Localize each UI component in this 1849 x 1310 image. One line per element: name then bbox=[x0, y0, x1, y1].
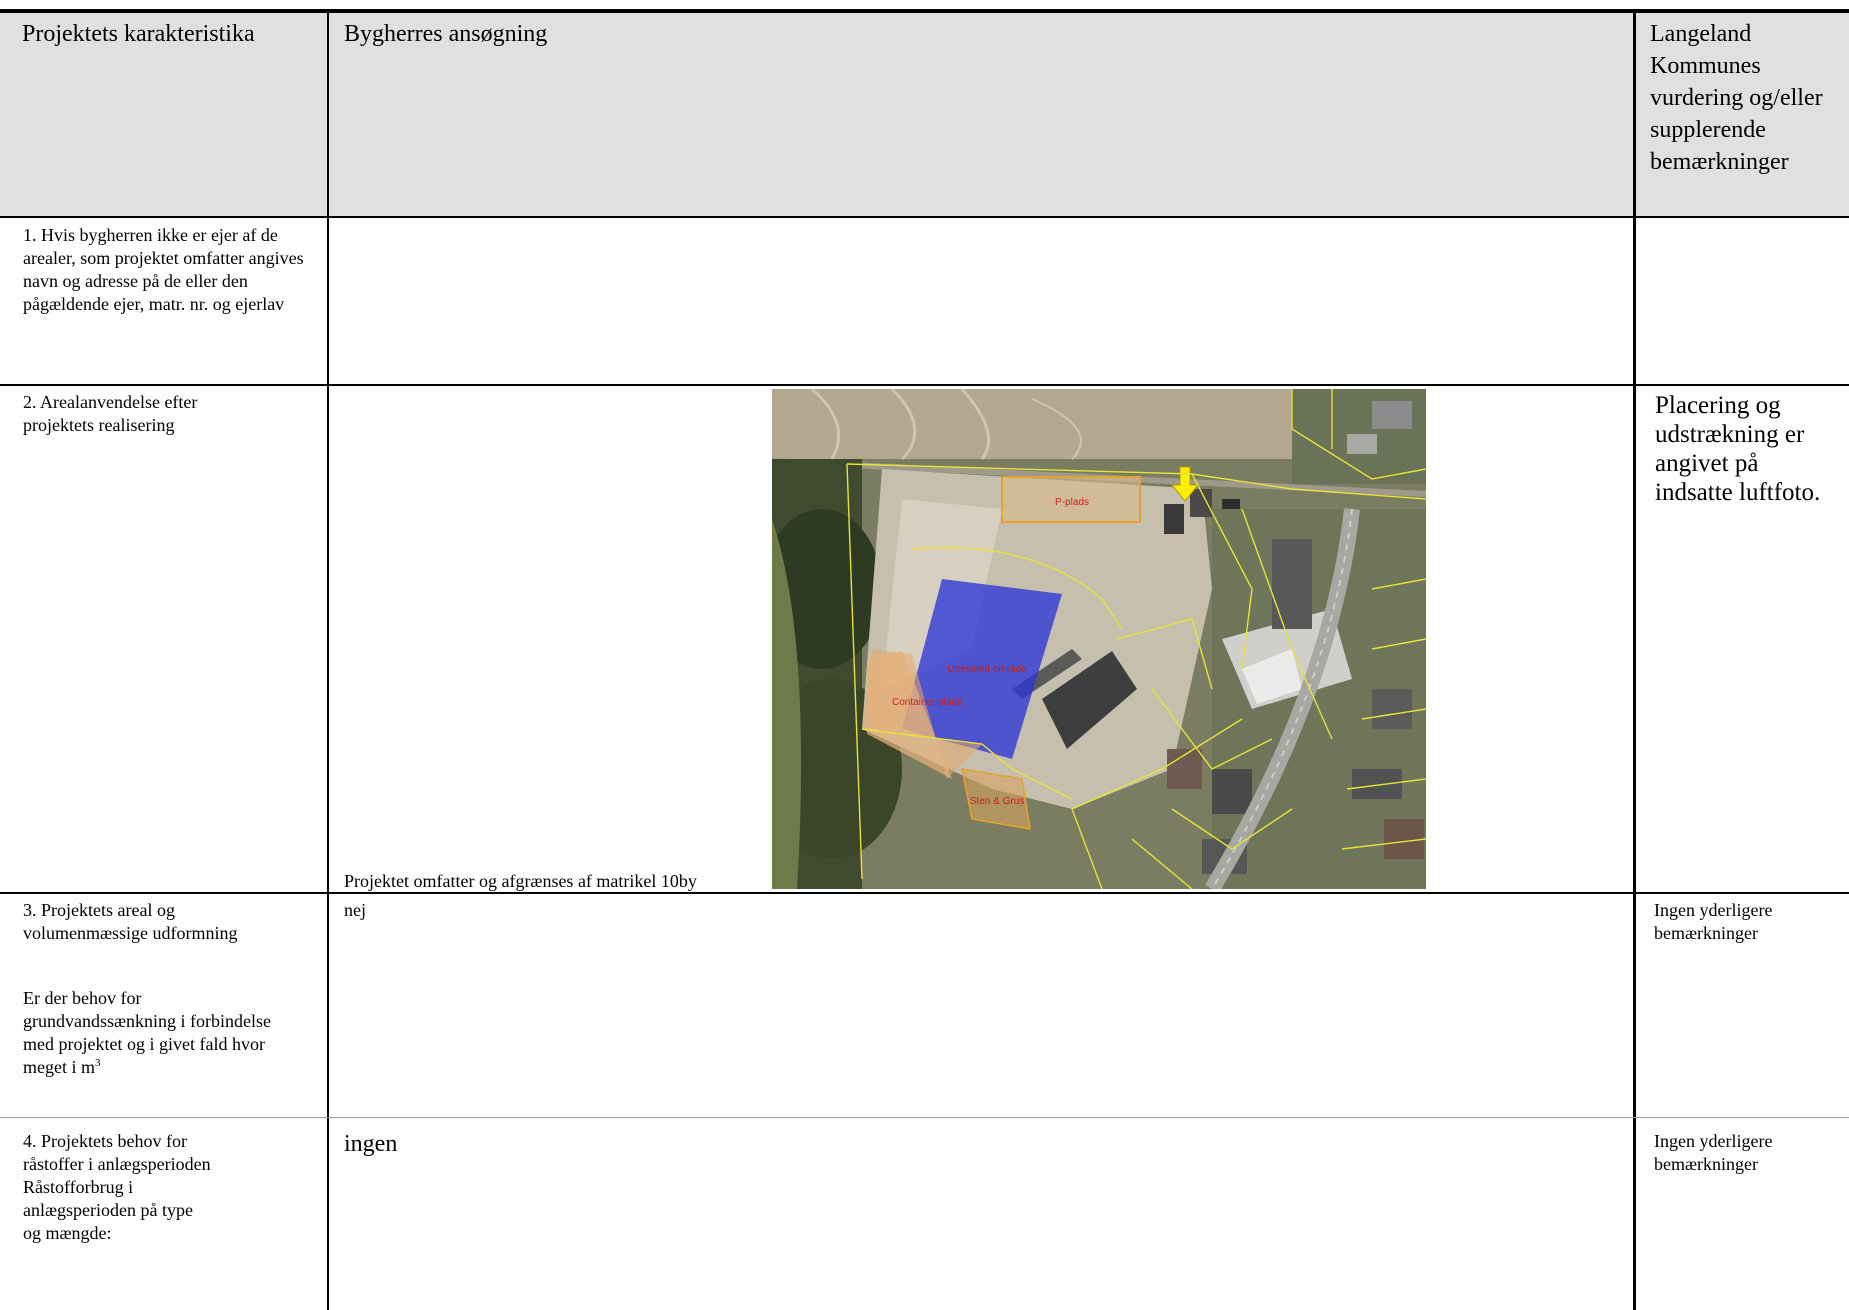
row-divider-3 bbox=[0, 1117, 1849, 1118]
map-label-blue-area: Ubestemt område bbox=[947, 663, 1027, 675]
map-label-sten-grus: Sten & Grus bbox=[970, 796, 1024, 807]
row4-assessment: Ingen yderligere bemærkninger bbox=[1654, 1131, 1773, 1174]
map-label-container: Container plads bbox=[892, 697, 962, 708]
column-divider-2 bbox=[1633, 13, 1636, 1310]
map-label-p-plads: P-plads bbox=[1055, 497, 1089, 508]
row4-label: 4. Projektets behov for råstoffer i anlæ… bbox=[23, 1131, 211, 1243]
row3-label-b-text: Er der behov for grundvandssænkning i fo… bbox=[23, 988, 271, 1077]
assessment-table: Projektets karakteristika Bygherres ansø… bbox=[0, 0, 1849, 1310]
row4-application: ingen bbox=[344, 1131, 398, 1157]
table-top-rule bbox=[0, 9, 1849, 13]
row3-application: nej bbox=[344, 900, 366, 920]
header-characteristics: Projektets karakteristika bbox=[22, 21, 255, 47]
row-divider-2 bbox=[0, 892, 1849, 894]
row-divider-header bbox=[0, 216, 1849, 218]
header-application: Bygherres ansøgning bbox=[344, 21, 548, 47]
row3-label-b: Er der behov for grundvandssænkning i fo… bbox=[23, 987, 293, 1079]
row1-label: 1. Hvis bygherren ikke er ejer af de are… bbox=[23, 225, 304, 314]
row3-assessment: Ingen yderligere bemærkninger bbox=[1654, 900, 1773, 943]
row2-label: 2. Arealanvendelse efter projektets real… bbox=[23, 392, 198, 435]
row2-application-caption: Projektet omfatter og afgrænses af matri… bbox=[344, 871, 697, 891]
row3-label-b-superscript: 3 bbox=[94, 1057, 101, 1069]
column-divider-1 bbox=[327, 13, 329, 1310]
aerial-photo: P-plads Ubestemt område Container plads … bbox=[772, 389, 1426, 889]
row3-label-a: 3. Projektets areal og volumenmæssige ud… bbox=[23, 900, 238, 943]
row-divider-1 bbox=[0, 384, 1849, 386]
header-municipality-assessment: Langeland Kommunes vurdering og/eller su… bbox=[1650, 21, 1823, 175]
row2-assessment: Placering og udstrækning er angivet på i… bbox=[1655, 392, 1821, 506]
